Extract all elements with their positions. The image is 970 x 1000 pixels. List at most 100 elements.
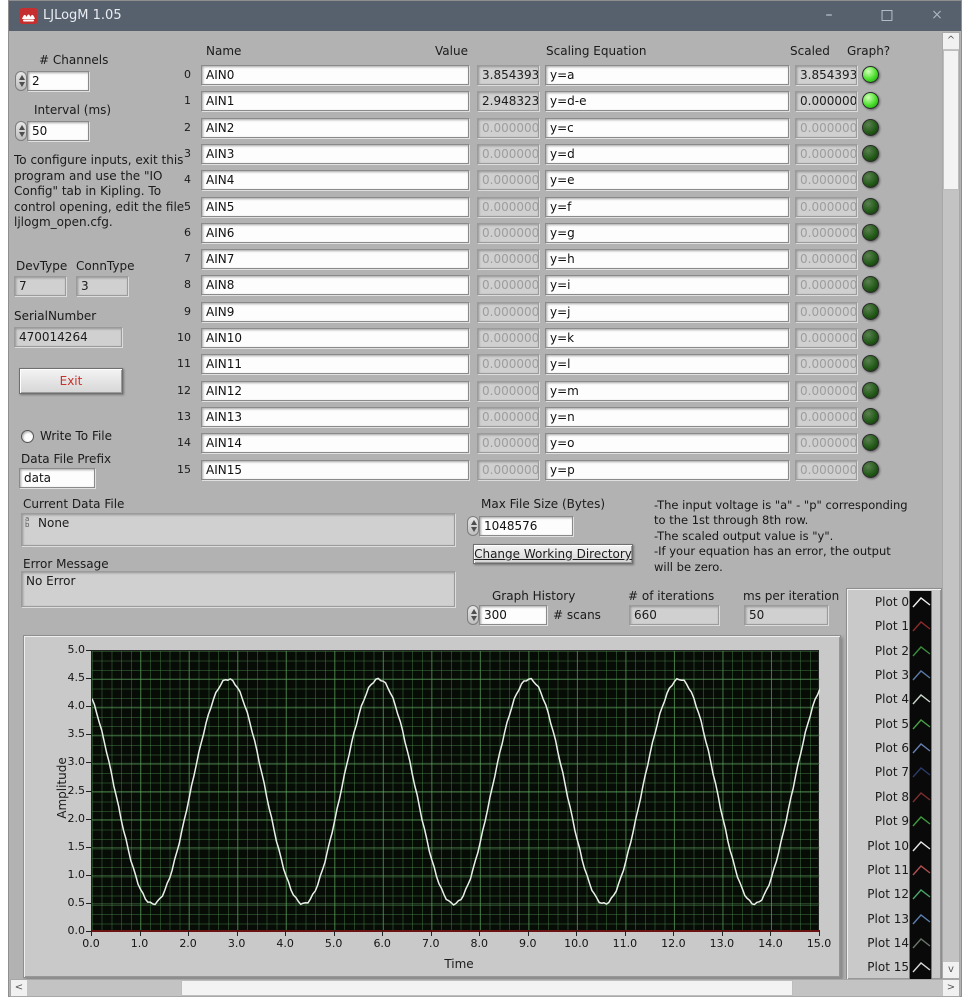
channel-name-input[interactable]: AIN4: [201, 170, 469, 191]
channel-name-input[interactable]: AIN9: [201, 301, 469, 322]
horizontal-scrollbar[interactable]: < >: [10, 979, 960, 997]
legend-plot-sample[interactable]: [909, 639, 932, 665]
channel-name-input[interactable]: AIN0: [201, 65, 469, 85]
vertical-scrollbar[interactable]: ^ v: [942, 32, 960, 979]
legend-plot-label[interactable]: Plot 6: [849, 741, 909, 755]
scaling-equation-input[interactable]: y=f: [545, 196, 789, 217]
channel-name-input[interactable]: AIN8: [201, 275, 469, 296]
legend-plot-label[interactable]: Plot 14: [849, 936, 909, 950]
scaling-equation-input[interactable]: y=g: [545, 222, 789, 243]
scroll-right-arrow[interactable]: >: [943, 980, 959, 996]
scaling-equation-input[interactable]: y=i: [545, 275, 789, 296]
legend-plot-sample[interactable]: [909, 615, 932, 640]
legend-plot-label[interactable]: Plot 11: [849, 863, 909, 877]
channel-name-input[interactable]: AIN2: [201, 117, 469, 138]
graph-led[interactable]: [862, 118, 879, 136]
graph-led[interactable]: [862, 434, 879, 452]
channel-name-input[interactable]: AIN5: [201, 196, 469, 217]
maximize-button[interactable]: □: [865, 1, 909, 31]
graph-led[interactable]: [862, 92, 879, 110]
graph-led[interactable]: [862, 144, 879, 162]
scaling-equation-input[interactable]: y=j: [545, 301, 789, 322]
exit-button[interactable]: Exit: [19, 368, 123, 394]
scaling-equation-input[interactable]: y=h: [545, 249, 789, 270]
interval-spinner[interactable]: [15, 121, 27, 141]
scaling-equation-input[interactable]: y=l: [545, 354, 789, 375]
scaling-equation-input[interactable]: y=n: [545, 406, 789, 427]
legend-plot-label[interactable]: Plot 13: [849, 912, 909, 926]
legend-plot-label[interactable]: Plot 7: [849, 765, 909, 779]
graph-led[interactable]: [862, 381, 879, 399]
graph-history-input[interactable]: 300: [479, 605, 547, 625]
graph-led[interactable]: [862, 197, 879, 215]
data-file-prefix-input[interactable]: data: [19, 468, 95, 488]
scaling-equation-input[interactable]: y=d: [545, 143, 789, 164]
horizontal-scroll-thumb[interactable]: [181, 980, 793, 996]
legend-plot-label[interactable]: Plot 4: [849, 692, 909, 706]
scaling-equation-input[interactable]: y=o: [545, 433, 789, 454]
graph-led[interactable]: [862, 171, 879, 189]
legend-plot-sample[interactable]: [909, 785, 932, 811]
legend-plot-label[interactable]: Plot 3: [849, 668, 909, 682]
legend-plot-label[interactable]: Plot 10: [849, 839, 909, 853]
legend-plot-sample[interactable]: [909, 712, 932, 738]
change-working-directory-button[interactable]: Change Working Directory: [473, 544, 633, 564]
scroll-left-arrow[interactable]: <: [11, 980, 27, 996]
scroll-up-arrow[interactable]: ^: [943, 33, 959, 49]
channel-name-input[interactable]: AIN7: [201, 249, 469, 270]
legend-plot-sample[interactable]: [909, 810, 932, 835]
channel-name-input[interactable]: AIN1: [201, 91, 469, 112]
legend-plot-sample[interactable]: [909, 834, 932, 859]
scaling-equation-input[interactable]: y=e: [545, 170, 789, 191]
legend-plot-label[interactable]: Plot 12: [849, 887, 909, 901]
graph-led[interactable]: [862, 355, 879, 373]
legend-plot-sample[interactable]: [909, 956, 932, 981]
scaling-equation-input[interactable]: y=c: [545, 117, 789, 138]
legend-plot-sample[interactable]: [909, 761, 932, 786]
legend-plot-label[interactable]: Plot 1: [849, 619, 909, 633]
graph-led[interactable]: [862, 329, 879, 346]
scaling-equation-input[interactable]: y=k: [545, 328, 789, 348]
graph-history-spinner[interactable]: [467, 605, 479, 625]
channels-spinner[interactable]: [15, 71, 27, 91]
legend-plot-sample[interactable]: [909, 688, 932, 713]
write-to-file-radio[interactable]: [21, 430, 34, 443]
legend-plot-label[interactable]: Plot 15: [849, 960, 909, 974]
scaling-equation-input[interactable]: y=d-e: [545, 91, 789, 112]
legend-plot-sample[interactable]: [909, 883, 932, 908]
graph-led[interactable]: [862, 250, 879, 268]
graph-led[interactable]: [862, 276, 879, 294]
channel-name-input[interactable]: AIN13: [201, 406, 469, 427]
legend-plot-sample[interactable]: [909, 664, 932, 689]
channels-input[interactable]: 2: [27, 71, 89, 91]
graph-led[interactable]: [862, 66, 879, 83]
legend-plot-label[interactable]: Plot 8: [849, 790, 909, 804]
minimize-button[interactable]: –: [807, 1, 851, 31]
legend-plot-sample[interactable]: [909, 737, 932, 762]
max-file-size-input[interactable]: 1048576: [479, 516, 573, 536]
channel-name-input[interactable]: AIN6: [201, 222, 469, 243]
legend-plot-label[interactable]: Plot 9: [849, 814, 909, 828]
graph-led[interactable]: [862, 223, 879, 241]
channel-name-input[interactable]: AIN12: [201, 380, 469, 401]
waveform-chart[interactable]: [91, 650, 820, 932]
max-file-size-spinner[interactable]: [467, 516, 479, 536]
scaling-equation-input[interactable]: y=p: [545, 459, 789, 480]
vertical-scroll-thumb[interactable]: [943, 50, 959, 190]
channel-name-input[interactable]: AIN11: [201, 354, 469, 375]
close-button[interactable]: ×: [915, 1, 959, 31]
interval-input[interactable]: 50: [27, 121, 89, 141]
legend-plot-sample[interactable]: [909, 907, 932, 932]
legend-plot-label[interactable]: Plot 0: [849, 595, 909, 609]
channel-name-input[interactable]: AIN10: [201, 328, 469, 348]
scroll-down-arrow[interactable]: v: [943, 962, 959, 978]
scaling-equation-input[interactable]: y=a: [545, 65, 789, 85]
legend-plot-label[interactable]: Plot 2: [849, 644, 909, 658]
legend-plot-sample[interactable]: [909, 591, 932, 616]
channel-name-input[interactable]: AIN15: [201, 459, 469, 480]
graph-led[interactable]: [862, 460, 879, 478]
scaling-equation-input[interactable]: y=m: [545, 380, 789, 401]
legend-plot-sample[interactable]: [909, 931, 932, 957]
channel-name-input[interactable]: AIN14: [201, 433, 469, 454]
legend-plot-sample[interactable]: [909, 858, 932, 884]
